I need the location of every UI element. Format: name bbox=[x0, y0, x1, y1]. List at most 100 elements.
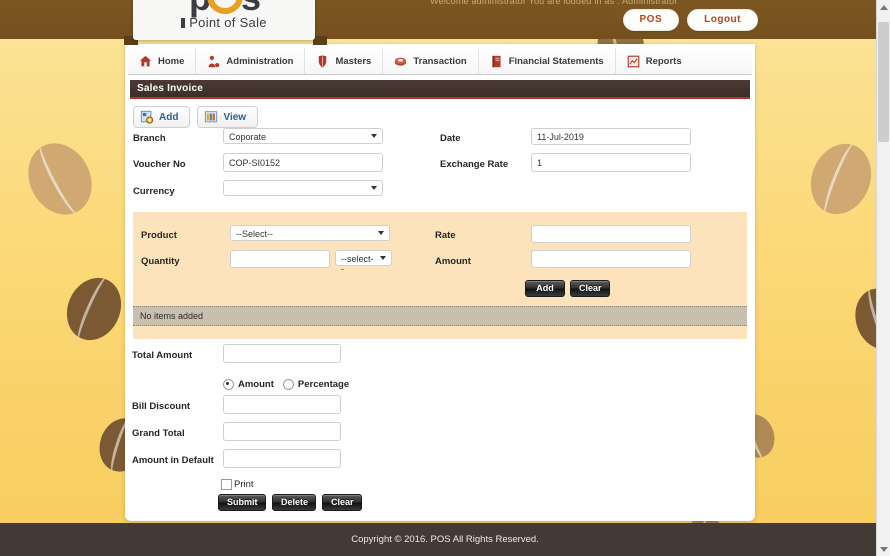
logo-letter-s: s bbox=[241, 0, 261, 18]
view-records-button[interactable]: View bbox=[197, 106, 259, 128]
scroll-up-arrow[interactable] bbox=[877, 0, 890, 14]
scroll-down-arrow[interactable] bbox=[877, 542, 890, 556]
logo-letter-p: p bbox=[189, 0, 211, 18]
logo-wordmark: ps bbox=[189, 0, 261, 18]
plaque-wing-right bbox=[313, 36, 327, 45]
scrollbar-thumb[interactable] bbox=[878, 22, 889, 142]
clear-item-button[interactable]: Clear bbox=[570, 280, 610, 297]
main-navigation: Home Administration Masters Transaction … bbox=[128, 48, 752, 75]
submit-button[interactable]: Submit bbox=[218, 494, 266, 511]
exchange-rate-input[interactable] bbox=[531, 153, 691, 172]
quantity-label: Quantity bbox=[141, 256, 180, 267]
radio-percentage[interactable] bbox=[282, 379, 294, 390]
nav-item-financial-statements[interactable]: Financial Statements bbox=[479, 48, 616, 74]
rate-input[interactable] bbox=[531, 225, 691, 243]
copyright-text: Copyright © 2016. POS All Rights Reserve… bbox=[351, 534, 539, 545]
logo-tagline: Point of Sale bbox=[133, 15, 315, 30]
chevron-down-icon bbox=[378, 231, 384, 235]
add-record-button[interactable]: Add bbox=[133, 106, 191, 128]
radio-amount-label: Amount bbox=[238, 379, 274, 390]
nav-label: Home bbox=[158, 55, 185, 67]
logo-plaque[interactable]: ps Point of Sale bbox=[133, 0, 315, 40]
branch-select[interactable]: Coporate bbox=[223, 128, 383, 144]
logo-ring-icon bbox=[206, 0, 243, 14]
radio-percentage-label: Percentage bbox=[297, 379, 350, 390]
voucher-no-input[interactable] bbox=[223, 153, 383, 172]
discount-type-radio-group: Amount Percentage bbox=[223, 379, 349, 390]
clear-form-button[interactable]: Clear bbox=[322, 494, 362, 511]
grand-total-input[interactable] bbox=[223, 422, 341, 441]
amount-in-default-label: Amount in Default bbox=[132, 455, 214, 466]
coffee-bean-decoration bbox=[800, 134, 882, 224]
home-icon bbox=[139, 55, 152, 66]
quantity-input[interactable] bbox=[230, 250, 330, 268]
main-content-card: Home Administration Masters Transaction … bbox=[125, 44, 755, 521]
currency-select[interactable] bbox=[223, 180, 383, 196]
nav-item-reports[interactable]: Reports bbox=[616, 48, 693, 74]
chevron-down-icon bbox=[380, 256, 386, 260]
grand-total-label: Grand Total bbox=[132, 428, 185, 439]
footer-bar: Copyright © 2016. POS All Rights Reserve… bbox=[0, 523, 890, 556]
welcome-text: Welcome administrator You are logged in … bbox=[430, 0, 750, 4]
nav-item-administration[interactable]: Administration bbox=[196, 48, 306, 74]
chevron-down-icon bbox=[879, 546, 888, 552]
total-amount-label: Total Amount bbox=[132, 350, 193, 361]
nav-label: Transaction bbox=[413, 55, 467, 67]
page-scrollbar[interactable] bbox=[876, 0, 890, 556]
print-checkbox[interactable] bbox=[221, 479, 232, 490]
nav-item-home[interactable]: Home bbox=[128, 48, 197, 74]
items-list-empty-bar: No items added bbox=[133, 306, 747, 326]
person-icon bbox=[209, 55, 220, 67]
chevron-down-icon bbox=[371, 186, 377, 190]
amount-input[interactable] bbox=[531, 250, 691, 268]
print-label: Print bbox=[234, 479, 254, 490]
book-icon bbox=[492, 55, 501, 67]
shield-icon bbox=[319, 55, 327, 68]
print-checkbox-row: Print bbox=[221, 479, 254, 490]
empty-message: No items added bbox=[140, 311, 204, 321]
radio-amount[interactable] bbox=[223, 379, 234, 390]
nav-label: Financial Statements bbox=[508, 55, 604, 67]
page-title: Sales Invoice bbox=[130, 80, 750, 99]
product-action-buttons: Add Clear bbox=[525, 280, 610, 297]
date-input[interactable] bbox=[531, 128, 691, 145]
add-document-icon bbox=[140, 110, 154, 124]
header-buttons: POS Logout bbox=[622, 9, 758, 31]
pos-button[interactable]: POS bbox=[622, 9, 680, 31]
product-label: Product bbox=[141, 230, 177, 241]
chevron-up-icon bbox=[879, 4, 888, 10]
coffee-bean-decoration bbox=[16, 132, 104, 226]
app-page: Welcome administrator You are logged in … bbox=[0, 0, 890, 556]
nav-item-transaction[interactable]: Transaction bbox=[383, 48, 479, 74]
unit-select[interactable]: --select-- bbox=[335, 250, 392, 274]
total-amount-input[interactable] bbox=[223, 344, 341, 363]
nav-label: Masters bbox=[335, 55, 372, 67]
bill-discount-input[interactable] bbox=[223, 395, 341, 414]
product-select[interactable]: --Select-- bbox=[230, 225, 390, 241]
delete-button[interactable]: Delete bbox=[272, 494, 316, 511]
chart-icon bbox=[627, 55, 640, 67]
exchange-rate-label: Exchange Rate bbox=[440, 159, 509, 170]
branch-value: Coporate bbox=[229, 132, 267, 142]
coins-icon bbox=[395, 57, 407, 66]
add-label: Add bbox=[159, 111, 179, 123]
product-value: --Select-- bbox=[236, 229, 274, 239]
voucher-no-label: Voucher No bbox=[133, 159, 186, 170]
coffee-bean-decoration bbox=[57, 269, 131, 349]
view-label: View bbox=[223, 111, 247, 123]
branch-label: Branch bbox=[133, 133, 166, 144]
currency-label: Currency bbox=[133, 186, 175, 197]
amount-label: Amount bbox=[435, 256, 471, 267]
add-item-button[interactable]: Add bbox=[525, 280, 565, 297]
date-label: Date bbox=[440, 133, 461, 144]
bill-discount-label: Bill Discount bbox=[132, 401, 191, 412]
logout-button[interactable]: Logout bbox=[687, 9, 758, 31]
nav-item-masters[interactable]: Masters bbox=[305, 48, 384, 74]
amount-in-default-input[interactable] bbox=[223, 449, 341, 468]
form-action-buttons: Submit Delete Clear bbox=[218, 494, 362, 511]
chevron-down-icon bbox=[371, 134, 377, 138]
nav-label: Administration bbox=[226, 55, 294, 67]
nav-label: Reports bbox=[645, 55, 682, 67]
rate-label: Rate bbox=[435, 230, 456, 241]
grid-view-icon bbox=[205, 111, 218, 123]
